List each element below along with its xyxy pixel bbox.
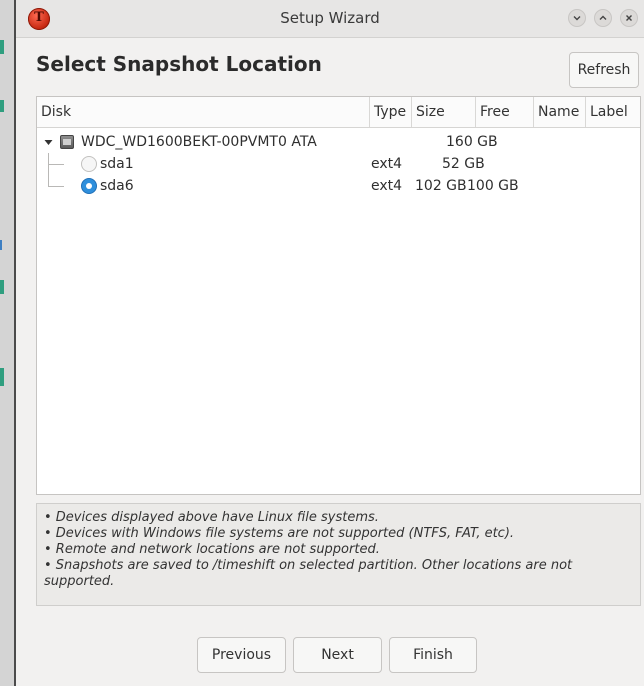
setup-wizard-window: T Setup Wizard Select Snapshot Location … bbox=[16, 0, 644, 686]
disk-name: WDC_WD1600BEKT-00PVMT0 ATA bbox=[81, 134, 317, 150]
desktop-mark bbox=[0, 240, 2, 250]
title-bar[interactable]: T Setup Wizard bbox=[16, 0, 644, 38]
column-header-size[interactable]: Size bbox=[411, 97, 475, 127]
table-row-disk[interactable]: WDC_WD1600BEKT-00PVMT0 ATA 160 GB bbox=[37, 131, 640, 153]
chevron-up-icon bbox=[599, 15, 607, 20]
desktop-mark bbox=[0, 40, 4, 54]
partition-name: sda1 bbox=[100, 156, 134, 172]
partition-type: ext4 bbox=[371, 178, 403, 194]
partition-free: 100 GB bbox=[467, 178, 519, 194]
table-row-sda6[interactable]: sda6 ext4 102 GB 100 GB bbox=[37, 175, 640, 197]
info-notes-panel: • Devices displayed above have Linux fil… bbox=[36, 503, 641, 606]
desktop-background-strip bbox=[0, 0, 16, 686]
partition-type: ext4 bbox=[371, 156, 403, 172]
hard-disk-icon bbox=[60, 135, 74, 149]
column-header-free[interactable]: Free bbox=[475, 97, 533, 127]
column-header-type[interactable]: Type bbox=[369, 97, 411, 127]
partition-radio-sda1[interactable] bbox=[81, 156, 97, 172]
refresh-button[interactable]: Refresh bbox=[569, 52, 639, 88]
finish-button[interactable]: Finish bbox=[389, 637, 477, 673]
minimize-button[interactable] bbox=[568, 9, 586, 27]
partition-size: 102 GB bbox=[415, 178, 467, 194]
desktop-mark bbox=[0, 280, 4, 294]
note-line: • Devices with Windows file systems are … bbox=[44, 526, 515, 541]
note-line: • Devices displayed above have Linux fil… bbox=[44, 510, 379, 525]
note-line: • Remote and network locations are not s… bbox=[44, 542, 380, 557]
next-button[interactable]: Next bbox=[293, 637, 382, 673]
desktop-mark bbox=[0, 368, 4, 386]
table-header: Disk Type Size Free Name Label bbox=[37, 97, 640, 128]
disk-partition-table: Disk Type Size Free Name Label WDC_WD160… bbox=[36, 96, 641, 495]
column-header-disk[interactable]: Disk bbox=[37, 97, 369, 127]
column-header-name[interactable]: Name bbox=[533, 97, 585, 127]
close-button[interactable] bbox=[620, 9, 638, 27]
note-line: • Snapshots are saved to /timeshift on s… bbox=[44, 558, 573, 589]
column-header-label[interactable]: Label bbox=[585, 97, 640, 127]
window-title: Setup Wizard bbox=[280, 9, 380, 27]
expander-triangle-icon[interactable] bbox=[44, 138, 53, 147]
partition-size: 52 GB bbox=[442, 156, 485, 172]
partition-radio-sda6[interactable] bbox=[81, 178, 97, 194]
disk-size: 160 GB bbox=[446, 134, 498, 150]
table-row-sda1[interactable]: sda1 ext4 52 GB bbox=[37, 153, 640, 175]
close-icon bbox=[626, 15, 632, 21]
page-title: Select Snapshot Location bbox=[36, 52, 322, 76]
desktop-mark bbox=[0, 100, 4, 112]
maximize-button[interactable] bbox=[594, 9, 612, 27]
chevron-down-icon bbox=[573, 16, 581, 21]
partition-name: sda6 bbox=[100, 178, 134, 194]
previous-button[interactable]: Previous bbox=[197, 637, 286, 673]
